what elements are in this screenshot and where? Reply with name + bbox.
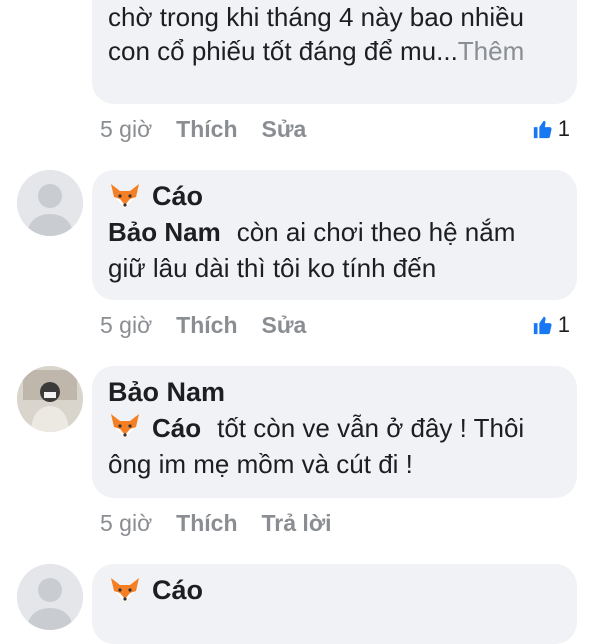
comment-bubble: chờ trong khi tháng 4 này bao nhiều con … bbox=[92, 0, 577, 104]
comment-bubble: Cáo bbox=[92, 564, 577, 644]
reply-button[interactable]: Trả lời bbox=[262, 510, 332, 537]
author-line: Bảo Nam bbox=[108, 374, 561, 410]
timestamp: 5 giờ bbox=[100, 115, 153, 142]
fox-emoji-icon bbox=[111, 578, 139, 603]
comment-bubble: Cáo Bảo Nam còn ai chơi theo hệ nắm giữ l… bbox=[92, 170, 577, 300]
fox-emoji-icon bbox=[111, 414, 139, 439]
see-more-link[interactable]: Thêm bbox=[458, 36, 524, 66]
comment-text: Bảo Nam còn ai chơi theo hệ nắm giữ lâu d… bbox=[108, 214, 553, 286]
like-button[interactable]: Thích bbox=[176, 312, 237, 339]
mention-tag[interactable]: Cáo bbox=[152, 413, 201, 443]
author-line: Cáo bbox=[108, 572, 561, 608]
author-line: Cáo bbox=[108, 178, 561, 214]
edit-button[interactable]: Sửa bbox=[262, 116, 307, 143]
comment-author[interactable]: Cáo bbox=[152, 575, 203, 606]
fox-emoji-icon bbox=[111, 184, 139, 209]
edit-button[interactable]: Sửa bbox=[262, 312, 307, 339]
default-person-icon bbox=[17, 170, 83, 236]
like-count-value: 1 bbox=[557, 312, 570, 337]
like-button[interactable]: Thích bbox=[176, 116, 237, 143]
timestamp: 5 giờ bbox=[100, 509, 153, 536]
comment-author[interactable]: Cáo bbox=[152, 181, 203, 212]
comment-text: Cáo tốt còn ve vẫn ở đây ! Thôi ông im mẹ… bbox=[108, 410, 553, 482]
comment-actions: 5 giờ Thích Sửa bbox=[100, 114, 330, 144]
avatar[interactable] bbox=[17, 170, 83, 236]
timestamp: 5 giờ bbox=[100, 311, 153, 338]
thumbs-up-icon bbox=[533, 120, 552, 139]
avatar[interactable] bbox=[17, 564, 83, 630]
avatar[interactable] bbox=[17, 366, 83, 432]
comment-actions: 5 giờ Thích Sửa bbox=[100, 310, 330, 340]
comment-text: chờ trong khi tháng 4 này bao nhiều con … bbox=[108, 0, 548, 68]
default-person-icon bbox=[17, 564, 83, 630]
user-photo-icon bbox=[17, 366, 83, 432]
like-button[interactable]: Thích bbox=[176, 510, 237, 537]
comment-bubble: Bảo Nam Cáo tốt còn ve vẫn ở đây ! Thôi ô… bbox=[92, 366, 577, 498]
like-count: 1 bbox=[532, 310, 570, 340]
comment-author[interactable]: Bảo Nam bbox=[108, 377, 225, 408]
thumbs-up-icon bbox=[533, 316, 552, 335]
like-count-value: 1 bbox=[557, 116, 570, 141]
comment-actions: 5 giờ Thích Trả lời bbox=[100, 508, 356, 538]
mention-tag[interactable]: Bảo Nam bbox=[108, 217, 221, 247]
like-count: 1 bbox=[532, 114, 570, 144]
